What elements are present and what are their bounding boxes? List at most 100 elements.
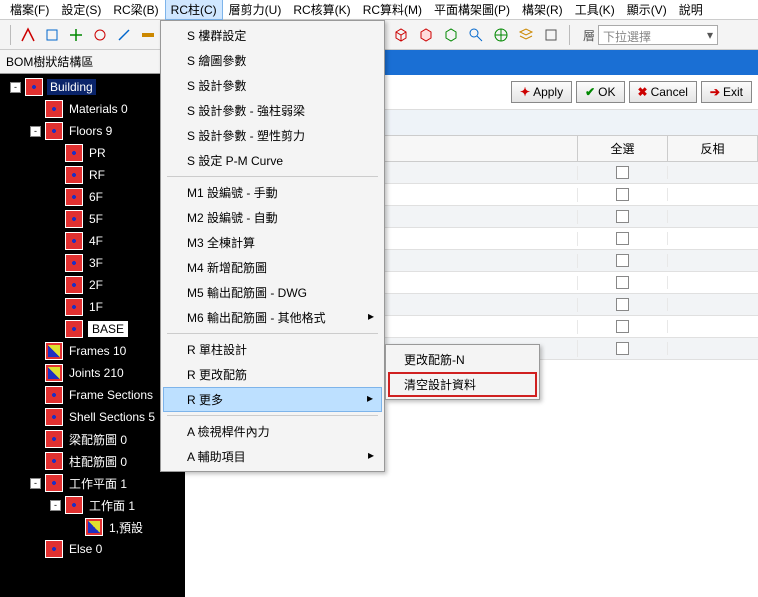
rc-column-menu[interactable]: S 樓群設定S 繪圖參數S 設計參數S 設計參數 - 強柱弱梁S 設計參數 - … bbox=[160, 20, 385, 472]
checkbox[interactable] bbox=[616, 210, 629, 223]
layers-icon[interactable] bbox=[515, 24, 537, 46]
globe-icon[interactable] bbox=[490, 24, 512, 46]
menu-9[interactable]: 工具(K) bbox=[569, 0, 621, 20]
menu-item[interactable]: A 檢視桿件內力 bbox=[163, 419, 382, 444]
checkbox[interactable] bbox=[616, 166, 629, 179]
menu-item[interactable]: S 設計參數 - 塑性剪力 bbox=[163, 123, 382, 148]
tree-node[interactable]: RF bbox=[0, 164, 185, 186]
exit-button[interactable]: ➔Exit bbox=[701, 81, 752, 103]
menu-item[interactable]: S 繪圖參數 bbox=[163, 48, 382, 73]
menu-0[interactable]: 檔案(F) bbox=[4, 0, 55, 20]
submenu-item[interactable]: 更改配筋-N bbox=[388, 347, 537, 372]
checkbox[interactable] bbox=[616, 320, 629, 333]
menu-7[interactable]: 平面構架圖(P) bbox=[428, 0, 516, 20]
node-label: Floors 9 bbox=[67, 123, 114, 139]
expand-icon[interactable]: - bbox=[10, 82, 21, 93]
tool-icon-2[interactable] bbox=[41, 24, 63, 46]
tree-node[interactable]: BASE bbox=[0, 318, 185, 340]
menu-11[interactable]: 說明 bbox=[673, 0, 709, 20]
tree-node[interactable]: 6F bbox=[0, 186, 185, 208]
tree-node[interactable]: -工作面 1 bbox=[0, 494, 185, 516]
menu-6[interactable]: RC算料(M) bbox=[357, 0, 428, 20]
toolbar-right: 層 下拉選擇 bbox=[390, 24, 718, 46]
node-label: 4F bbox=[87, 233, 105, 249]
tree-node[interactable]: 柱配筋圖 0 bbox=[0, 450, 185, 472]
tree-node[interactable]: -工作平面 1 bbox=[0, 472, 185, 494]
menu-item[interactable]: R 單柱設計 bbox=[163, 337, 382, 362]
tree-node[interactable]: Frames 10 bbox=[0, 340, 185, 362]
tree-node[interactable]: - Floors 9 bbox=[0, 120, 185, 142]
menu-10[interactable]: 顯示(V) bbox=[621, 0, 673, 20]
tree-node[interactable]: 梁配筋圖 0 bbox=[0, 428, 185, 450]
node-icon bbox=[85, 518, 103, 536]
tree-node[interactable]: 1F bbox=[0, 296, 185, 318]
tree-panel: BOM樹狀結構區 -BuildingMaterials 0 - Floors 9 PR… bbox=[0, 50, 185, 597]
checkbox[interactable] bbox=[616, 276, 629, 289]
checkbox[interactable] bbox=[616, 298, 629, 311]
tree-node[interactable]: Joints 210 bbox=[0, 362, 185, 384]
col-invert[interactable]: 反相 bbox=[668, 136, 758, 161]
menu-item[interactable]: A 輔助項目 bbox=[163, 444, 382, 469]
r-more-submenu[interactable]: 更改配筋-N清空設計資料 bbox=[385, 344, 540, 400]
menu-item[interactable]: R 更改配筋 bbox=[163, 362, 382, 387]
menu-5[interactable]: RC核算(K) bbox=[287, 0, 356, 20]
tree-title: BOM樹狀結構區 bbox=[0, 50, 185, 74]
tree[interactable]: -BuildingMaterials 0 - Floors 9 PRRF 6F 5F 4F 3… bbox=[0, 74, 185, 597]
ok-button[interactable]: ✔OK bbox=[576, 81, 624, 103]
node-icon bbox=[25, 78, 43, 96]
menu-item[interactable]: S 設計參數 bbox=[163, 73, 382, 98]
tree-node[interactable]: Frame Sections bbox=[0, 384, 185, 406]
expand-icon[interactable]: - bbox=[50, 500, 61, 511]
tree-node[interactable]: PR bbox=[0, 142, 185, 164]
tree-node[interactable]: 3F bbox=[0, 252, 185, 274]
tree-node[interactable]: Materials 0 bbox=[0, 98, 185, 120]
menu-1[interactable]: 設定(S) bbox=[55, 0, 107, 20]
menu-item[interactable]: M6 輸出配筋圖 - 其他格式 bbox=[163, 305, 382, 330]
menu-item[interactable]: R 更多 bbox=[163, 387, 382, 412]
checkbox[interactable] bbox=[616, 342, 629, 355]
layer-select[interactable]: 下拉選擇 bbox=[598, 25, 718, 45]
checkbox[interactable] bbox=[616, 254, 629, 267]
menu-3[interactable]: RC柱(C) bbox=[165, 0, 223, 20]
menu-item[interactable]: M3 全棟計算 bbox=[163, 230, 382, 255]
tree-node[interactable]: -Building bbox=[0, 76, 185, 98]
search-icon[interactable] bbox=[465, 24, 487, 46]
tool-icon-4[interactable] bbox=[89, 24, 111, 46]
tree-node[interactable]: 1,預設 bbox=[0, 516, 185, 538]
submenu-item[interactable]: 清空設計資料 bbox=[388, 372, 537, 397]
cancel-button[interactable]: ✖Cancel bbox=[629, 81, 697, 103]
frame-icon[interactable] bbox=[540, 24, 562, 46]
tree-node[interactable]: 2F bbox=[0, 274, 185, 296]
node-icon bbox=[45, 474, 63, 492]
cube-icon-2[interactable] bbox=[415, 24, 437, 46]
checkbox[interactable] bbox=[616, 188, 629, 201]
menu-item[interactable]: M5 輸出配筋圖 - DWG bbox=[163, 280, 382, 305]
col-select-all[interactable]: 全選 bbox=[578, 136, 668, 161]
menu-item[interactable]: S 設定 P-M Curve bbox=[163, 148, 382, 173]
menu-item[interactable]: M4 新增配筋圖 bbox=[163, 255, 382, 280]
menu-2[interactable]: RC梁(B) bbox=[107, 0, 164, 20]
tree-node[interactable]: Shell Sections 5 bbox=[0, 406, 185, 428]
tool-icon-5[interactable] bbox=[113, 24, 135, 46]
tree-node[interactable]: Else 0 bbox=[0, 538, 185, 560]
tree-node[interactable]: 5F bbox=[0, 208, 185, 230]
tool-icon-1[interactable] bbox=[17, 24, 39, 46]
cube-icon-1[interactable] bbox=[390, 24, 412, 46]
menu-8[interactable]: 構架(R) bbox=[516, 0, 569, 20]
node-label: Joints 210 bbox=[67, 365, 126, 381]
checkbox[interactable] bbox=[616, 232, 629, 245]
cube-icon-3[interactable] bbox=[440, 24, 462, 46]
menu-4[interactable]: 層剪力(U) bbox=[223, 0, 288, 20]
node-label: Frame Sections bbox=[67, 387, 155, 403]
tool-icon-6[interactable] bbox=[137, 24, 159, 46]
apply-button[interactable]: ✦Apply bbox=[511, 81, 572, 103]
menu-item[interactable]: S 設計參數 - 強柱弱梁 bbox=[163, 98, 382, 123]
menu-item[interactable]: S 樓群設定 bbox=[163, 23, 382, 48]
tool-icon-3[interactable] bbox=[65, 24, 87, 46]
expand-icon[interactable]: - bbox=[30, 478, 41, 489]
tree-node[interactable]: 4F bbox=[0, 230, 185, 252]
node-label: 6F bbox=[87, 189, 105, 205]
expand-icon[interactable]: - bbox=[30, 126, 41, 137]
menu-item[interactable]: M2 設編號 - 自動 bbox=[163, 205, 382, 230]
menu-item[interactable]: M1 設編號 - 手動 bbox=[163, 180, 382, 205]
